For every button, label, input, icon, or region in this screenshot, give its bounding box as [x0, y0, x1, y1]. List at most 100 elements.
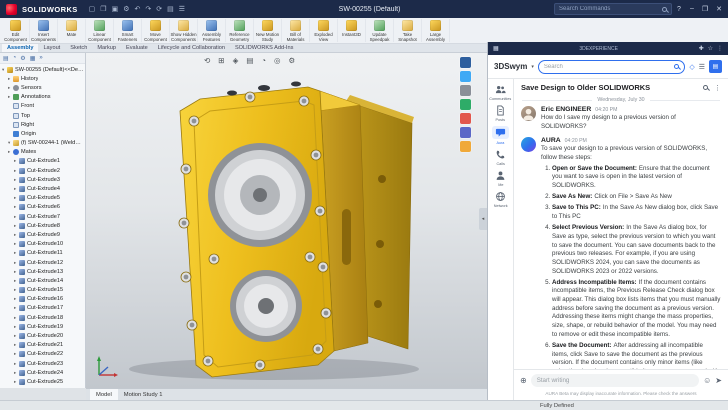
ribbon-button[interactable]: Linear Component Pattern: [86, 19, 114, 42]
command-tab[interactable]: Layout: [38, 44, 65, 52]
ribbon-button[interactable]: Update Speedpak Subassemblies: [366, 19, 394, 42]
favorites-icon[interactable]: ☆: [708, 45, 713, 52]
rail-me[interactable]: Me: [488, 170, 513, 187]
close-button[interactable]: ✕: [716, 5, 722, 13]
feature-tree-item[interactable]: ▸ Cut-Extrude23: [0, 359, 85, 368]
rail-aura[interactable]: Aura: [488, 126, 513, 145]
aura-avatar[interactable]: [521, 137, 536, 152]
search-icon[interactable]: [703, 85, 708, 90]
ribbon-button[interactable]: Move Component: [142, 19, 170, 42]
quick-access-icon[interactable]: ▢: [89, 5, 96, 13]
rail-communities[interactable]: Communities: [488, 84, 513, 101]
quick-access-icon[interactable]: ☰: [179, 5, 185, 13]
feature-tree-item[interactable]: ▸ History: [0, 74, 85, 83]
overflow-menu-icon[interactable]: ⋮: [717, 45, 723, 52]
maximize-button[interactable]: ❐: [702, 5, 708, 13]
quick-access-icon[interactable]: ▣: [112, 5, 119, 13]
assembly-3d-model[interactable]: [114, 59, 454, 381]
rail-posts[interactable]: Posts: [488, 105, 513, 122]
quick-access-icon[interactable]: ▤: [167, 5, 174, 13]
emoji-icon[interactable]: ☺: [703, 376, 711, 385]
add-attachment-icon[interactable]: ⊕: [520, 376, 527, 385]
minimize-button[interactable]: –: [690, 5, 694, 13]
feature-tree-item[interactable]: Right: [0, 120, 85, 129]
feature-tree-item[interactable]: ▸ Cut-Extrude3: [0, 175, 85, 184]
model-tab[interactable]: Motion Study 1: [118, 389, 169, 400]
kebab-menu-icon[interactable]: ⋮: [714, 84, 721, 92]
quick-access-icon[interactable]: ↷: [145, 5, 151, 13]
feature-tree-item[interactable]: ▸ Cut-Extrude5: [0, 194, 85, 203]
ribbon-button[interactable]: New Motion Study: [254, 19, 282, 42]
feature-tree-item[interactable]: ▸ Cut-Extrude12: [0, 258, 85, 267]
message-list[interactable]: Eric ENGINEER 04:20 PM How do I save my …: [514, 105, 728, 369]
feature-tree-item[interactable]: Origin: [0, 129, 85, 138]
appearances-icon[interactable]: [460, 113, 471, 124]
command-search-input[interactable]: Search Commands: [554, 3, 672, 15]
rail-network[interactable]: Network: [488, 191, 513, 208]
ribbon-button[interactable]: Mate: [58, 19, 86, 42]
ribbon-button[interactable]: Smart Fasteners: [114, 19, 142, 42]
feature-tree-item[interactable]: ▸ Cut-Extrude21: [0, 341, 85, 350]
feature-manager-tab-icon[interactable]: ▤: [3, 55, 9, 62]
feature-tree-item[interactable]: ▸ Cut-Extrude15: [0, 286, 85, 295]
feature-tree-item[interactable]: ▸ Cut-Extrude25: [0, 377, 85, 386]
feature-tree-item[interactable]: ▸ Cut-Extrude4: [0, 184, 85, 193]
swym-search-input[interactable]: Search: [538, 60, 685, 74]
tag-icon[interactable]: ◇: [689, 63, 694, 71]
quick-access-icon[interactable]: ❐: [100, 5, 106, 13]
ribbon-button[interactable]: Show Hidden Components: [170, 19, 198, 42]
feature-tree-item[interactable]: ▸ Cut-Extrude24: [0, 368, 85, 377]
feature-manager-tab-icon[interactable]: ◔: [13, 55, 17, 61]
command-tab[interactable]: Sketch: [65, 44, 92, 52]
ribbon-button[interactable]: Large Assembly Settings: [422, 19, 450, 42]
send-icon[interactable]: ➤: [715, 376, 722, 385]
feature-manager-tab-icon[interactable]: ▦: [30, 55, 36, 62]
chevron-down-icon[interactable]: ▾: [531, 64, 534, 70]
feature-tree-item[interactable]: ▸ Cut-Extrude7: [0, 212, 85, 221]
feature-tree-item[interactable]: ▸ Cut-Extrude1: [0, 157, 85, 166]
feature-tree-item[interactable]: ▸ Cut-Extrude11: [0, 249, 85, 258]
feature-tree-item[interactable]: ▾ SW-00255 (Default)<<Default_Displ: [0, 65, 85, 74]
ribbon-button[interactable]: Bill of Materials: [282, 19, 310, 42]
apps-grid-icon[interactable]: ▦: [493, 45, 499, 52]
feature-tree-item[interactable]: Top: [0, 111, 85, 120]
feature-tree-item[interactable]: ▸ Cut-Extrude20: [0, 331, 85, 340]
ribbon-button[interactable]: Assembly Features: [198, 19, 226, 42]
quick-access-icon[interactable]: ⚙: [123, 5, 129, 13]
feature-tree-item[interactable]: Front: [0, 102, 85, 111]
app-switcher[interactable]: 3DSwym: [494, 62, 527, 71]
ribbon-button[interactable]: Exploded View: [310, 19, 338, 42]
feature-tree-item[interactable]: ▸ Sensors: [0, 83, 85, 92]
feature-tree-item[interactable]: ▾ (f) SW-00244-1 (Weldment)<<M: [0, 139, 85, 148]
ribbon-button[interactable]: Instant3D: [338, 19, 366, 42]
message-input[interactable]: Start writing: [531, 374, 699, 387]
graphics-viewport[interactable]: ⟲ ⊞ ◈ ▤ ◔ ◎ ⚙: [86, 53, 487, 388]
design-library-icon[interactable]: [460, 71, 471, 82]
feature-tree-item[interactable]: ▸ Cut-Extrude9: [0, 230, 85, 239]
feature-tree-item[interactable]: ▸ Annotations: [0, 93, 85, 102]
command-tab[interactable]: SOLIDWORKS Add-Ins: [230, 44, 298, 52]
add-icon[interactable]: ✚: [699, 45, 704, 52]
feature-tree-item[interactable]: ▸ Cut-Extrude16: [0, 295, 85, 304]
feature-tree-item[interactable]: ▸ Cut-Extrude8: [0, 221, 85, 230]
command-tab[interactable]: Evaluate: [121, 44, 153, 52]
model-tab[interactable]: Model: [90, 389, 118, 400]
feature-manager-tab-icon[interactable]: »: [39, 55, 42, 61]
feature-tree-item[interactable]: ▸ Cut-Extrude18: [0, 313, 85, 322]
feature-tree-item[interactable]: ▸ Cut-Extrude13: [0, 267, 85, 276]
panel-view-button[interactable]: ▤: [709, 60, 722, 73]
quick-access-icon[interactable]: ↶: [134, 5, 140, 13]
feature-tree-item[interactable]: ▸ Cut-Extrude17: [0, 304, 85, 313]
panel-collapse-handle[interactable]: ◂: [479, 208, 487, 230]
user-avatar[interactable]: [521, 106, 536, 121]
ribbon-button[interactable]: Take Snapshot: [394, 19, 422, 42]
feature-tree-item[interactable]: ▸ Cut-Extrude10: [0, 240, 85, 249]
feature-tree-item[interactable]: ▸ Cut-Extrude2: [0, 166, 85, 175]
quick-access-icon[interactable]: ⟳: [156, 5, 162, 13]
file-explorer-icon[interactable]: [460, 85, 471, 96]
feature-tree-item[interactable]: ▸ Mates: [0, 148, 85, 157]
feature-tree-item[interactable]: ▸ Cut-Extrude14: [0, 276, 85, 285]
rail-calls[interactable]: Calls: [488, 149, 513, 166]
command-tab[interactable]: Assembly: [2, 44, 38, 52]
command-tab[interactable]: Lifecycle and Collaboration: [153, 44, 230, 52]
